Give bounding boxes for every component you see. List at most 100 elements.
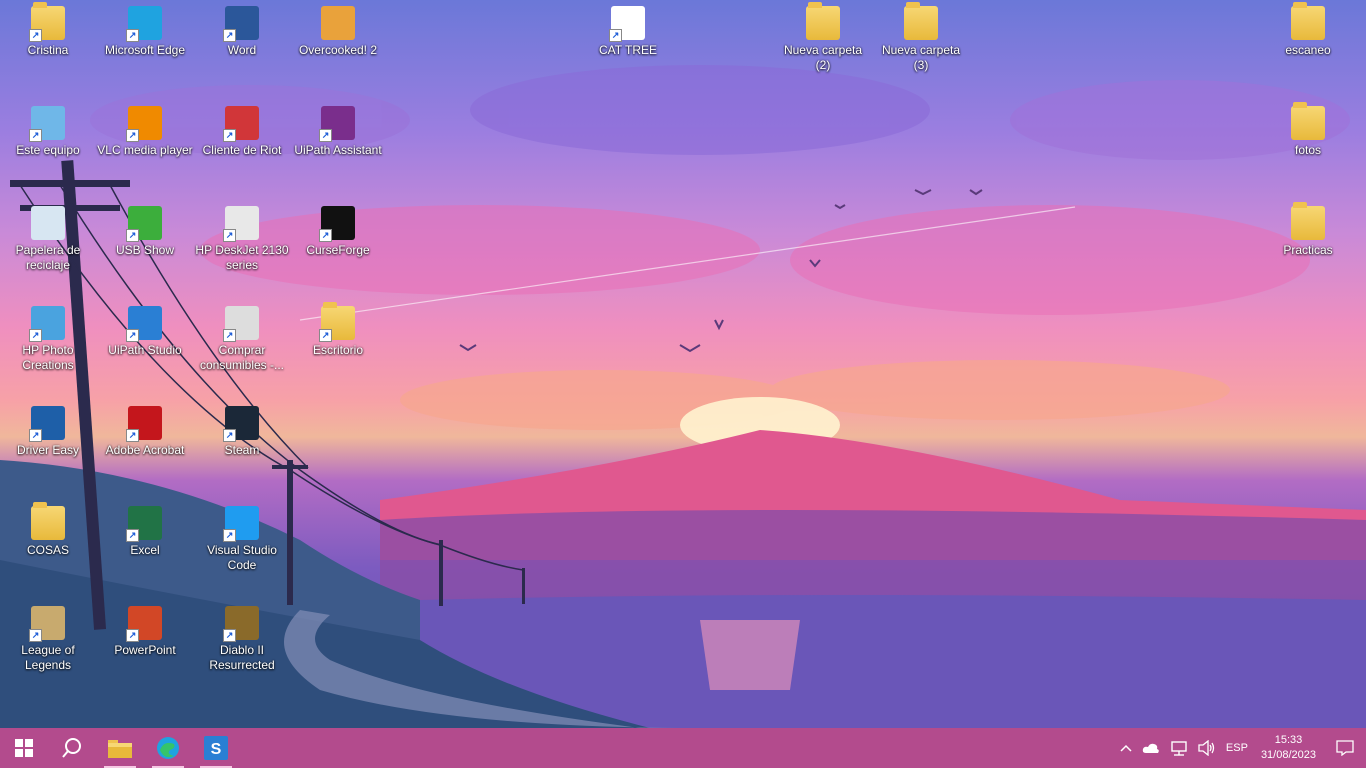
desktop-icon-vlc[interactable]: ↗ VLC media player: [97, 100, 193, 158]
shortcut-arrow-icon: ↗: [223, 129, 236, 142]
network-button[interactable]: [1165, 728, 1193, 768]
excel-icon: ↗: [126, 506, 162, 542]
desktop-icon-label: Diablo II Resurrected: [209, 643, 275, 672]
show-hidden-icons-button[interactable]: [1115, 728, 1137, 768]
shortcut-arrow-icon: ↗: [29, 429, 42, 442]
desktop-icon-label: CurseForge: [306, 243, 370, 257]
clock[interactable]: 15:33 31/08/2023: [1253, 733, 1324, 763]
shortcut-arrow-icon: ↗: [126, 229, 139, 242]
windows-icon: [15, 739, 33, 757]
desktop-icon-label: Practicas: [1283, 243, 1333, 257]
desktop-icon-acrobat[interactable]: ↗ Adobe Acrobat: [97, 400, 193, 458]
search-button[interactable]: [48, 728, 96, 768]
shortcut-arrow-icon: ↗: [126, 429, 139, 442]
desktop-icon-label: VLC media player: [97, 143, 193, 157]
system-tray: ESP 15:33 31/08/2023: [1115, 728, 1366, 768]
desktop-icon-diablo[interactable]: ↗ Diablo II Resurrected: [194, 600, 290, 673]
desktop-icon-riot[interactable]: ↗ Cliente de Riot: [194, 100, 290, 158]
desktop-icon-escaneo[interactable]: escaneo: [1260, 0, 1356, 58]
taskbar-uipath-studio[interactable]: S: [192, 728, 240, 768]
shortcut-arrow-icon: ↗: [223, 429, 236, 442]
desktop-icon-steam[interactable]: ↗ Steam: [194, 400, 290, 458]
desktop-icon-comprar[interactable]: ↗ Comprar consumibles -...: [194, 300, 290, 373]
steam-icon: ↗: [223, 406, 259, 442]
taskbar-file-explorer[interactable]: [96, 728, 144, 768]
desktop-icon-word[interactable]: ↗ Word: [194, 0, 290, 58]
league-icon: ↗: [29, 606, 65, 642]
svg-text:S: S: [211, 741, 222, 758]
onedrive-button[interactable]: [1137, 728, 1165, 768]
desktop-icon-fotos[interactable]: fotos: [1260, 100, 1356, 158]
network-icon: [1171, 741, 1187, 756]
diablo-icon: ↗: [223, 606, 259, 642]
desktop-icon-hpdeskjet[interactable]: ↗ HP DeskJet 2130 series: [194, 200, 290, 273]
shortcut-arrow-icon: ↗: [319, 329, 332, 342]
desktop-icon-label: Escritorio: [312, 343, 363, 357]
word-icon: ↗: [223, 6, 259, 42]
edge-icon: ↗: [126, 6, 162, 42]
taskbar-edge[interactable]: [144, 728, 192, 768]
vlc-icon: ↗: [126, 106, 162, 142]
volume-button[interactable]: [1193, 728, 1221, 768]
speaker-icon: [1198, 740, 1215, 756]
notification-icon: [1336, 740, 1354, 756]
desktop-icon-uipathassist[interactable]: ↗ UiPath Assistant: [290, 100, 386, 158]
desktop-icon-cattree[interactable]: ↗ CAT TREE: [580, 0, 676, 58]
folder-icon: ↗: [319, 302, 355, 342]
desktop-icon-powerpoint[interactable]: ↗ PowerPoint: [97, 600, 193, 658]
desktop-icon-papelera[interactable]: Papelera de reciclaje: [0, 200, 96, 273]
folder-icon: [806, 2, 840, 40]
vscode-icon: ↗: [223, 506, 259, 542]
desktop-icon-cristina[interactable]: ↗ Cristina: [0, 0, 96, 58]
desktop-icon-vscode[interactable]: ↗ Visual Studio Code: [194, 500, 290, 573]
desktop-icon-overcooked[interactable]: Overcooked! 2: [290, 0, 386, 58]
shortcut-arrow-icon: ↗: [29, 629, 42, 642]
clock-time: 15:33: [1274, 734, 1303, 746]
shortcut-arrow-icon: ↗: [223, 629, 236, 642]
language-indicator[interactable]: ESP: [1221, 728, 1253, 768]
shortcut-arrow-icon: ↗: [223, 29, 236, 42]
acrobat-icon: ↗: [126, 406, 162, 442]
desktop-icon-este[interactable]: ↗ Este equipo: [0, 100, 96, 158]
desktop-icon-label: HP DeskJet 2130 series: [195, 243, 289, 272]
shortcut-arrow-icon: ↗: [319, 129, 332, 142]
desktop-icon-escritorio[interactable]: ↗ Escritorio: [290, 300, 386, 358]
driver-easy-icon: ↗: [29, 406, 65, 442]
desktop-icon-label: Comprar consumibles -...: [199, 343, 285, 372]
desktop-icon-label: League of Legends: [21, 643, 75, 672]
desktop-icon-nc2[interactable]: Nueva carpeta (2): [775, 0, 871, 73]
curseforge-icon: ↗: [319, 206, 355, 242]
shortcut-arrow-icon: ↗: [126, 629, 139, 642]
shortcut-arrow-icon: ↗: [126, 129, 139, 142]
desktop-icon-label: UiPath Assistant: [294, 143, 382, 157]
language-label: ESP: [1225, 742, 1248, 754]
desktop-icon-usbshow[interactable]: ↗ USB Show: [97, 200, 193, 258]
desktop-icon-label: USB Show: [115, 243, 175, 257]
riot-icon: ↗: [223, 106, 259, 142]
desktop-icon-label: COSAS: [26, 543, 69, 557]
desktop-icon-edge[interactable]: ↗ Microsoft Edge: [97, 0, 193, 58]
start-button[interactable]: [0, 728, 48, 768]
desktop-icon-cosas[interactable]: COSAS: [0, 500, 96, 558]
notifications-button[interactable]: [1324, 728, 1366, 768]
desktop-icon-lol[interactable]: ↗ League of Legends: [0, 600, 96, 673]
folder-icon: [108, 740, 132, 758]
desktop-icon-hpphoto[interactable]: ↗ HP Photo Creations: [0, 300, 96, 373]
overcooked-icon: [321, 6, 355, 40]
cloud-icon: [1142, 743, 1159, 753]
desktop-icon-nc3[interactable]: Nueva carpeta (3): [873, 0, 969, 73]
search-icon: [62, 738, 81, 758]
desktop-icon-label: Este equipo: [16, 143, 80, 157]
desktop-icon-practicas[interactable]: Practicas: [1260, 200, 1356, 258]
desktop-icon-label: Papelera de reciclaje: [15, 243, 81, 272]
desktop-icon-label: escaneo: [1285, 43, 1331, 57]
clock-date: 31/08/2023: [1260, 749, 1316, 761]
desktop-icon-uipathstudio[interactable]: ↗ UiPath Studio: [97, 300, 193, 358]
desktop-icon-label: fotos: [1294, 143, 1321, 157]
desktop-icon-label: Excel: [130, 543, 160, 557]
shortcut-arrow-icon: ↗: [223, 529, 236, 542]
printer-icon: ↗: [223, 206, 259, 242]
desktop-icon-drivereasy[interactable]: ↗ Driver Easy: [0, 400, 96, 458]
desktop-icon-excel[interactable]: ↗ Excel: [97, 500, 193, 558]
desktop-icon-curseforge[interactable]: ↗ CurseForge: [290, 200, 386, 258]
